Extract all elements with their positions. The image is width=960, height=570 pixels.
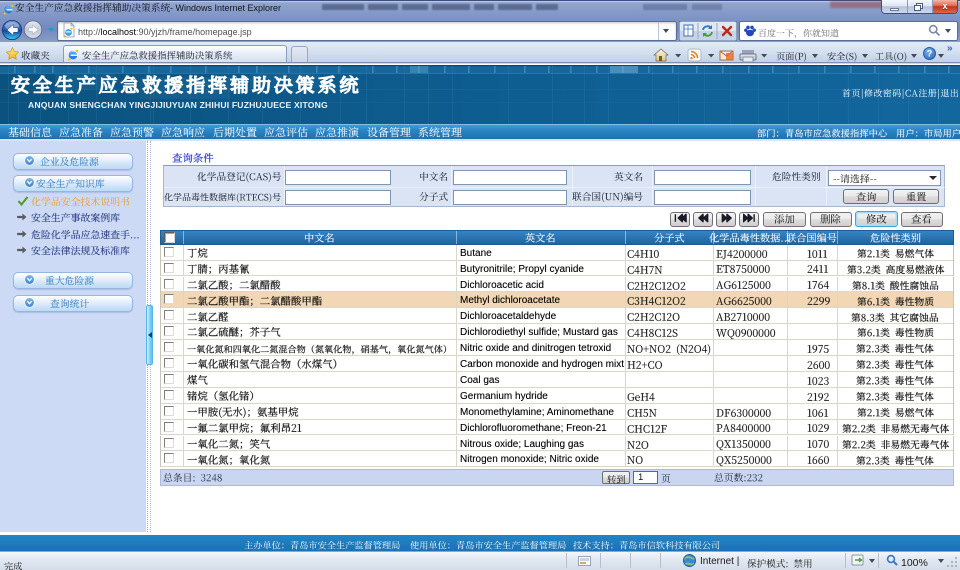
svg-text:?: ? — [927, 48, 933, 58]
